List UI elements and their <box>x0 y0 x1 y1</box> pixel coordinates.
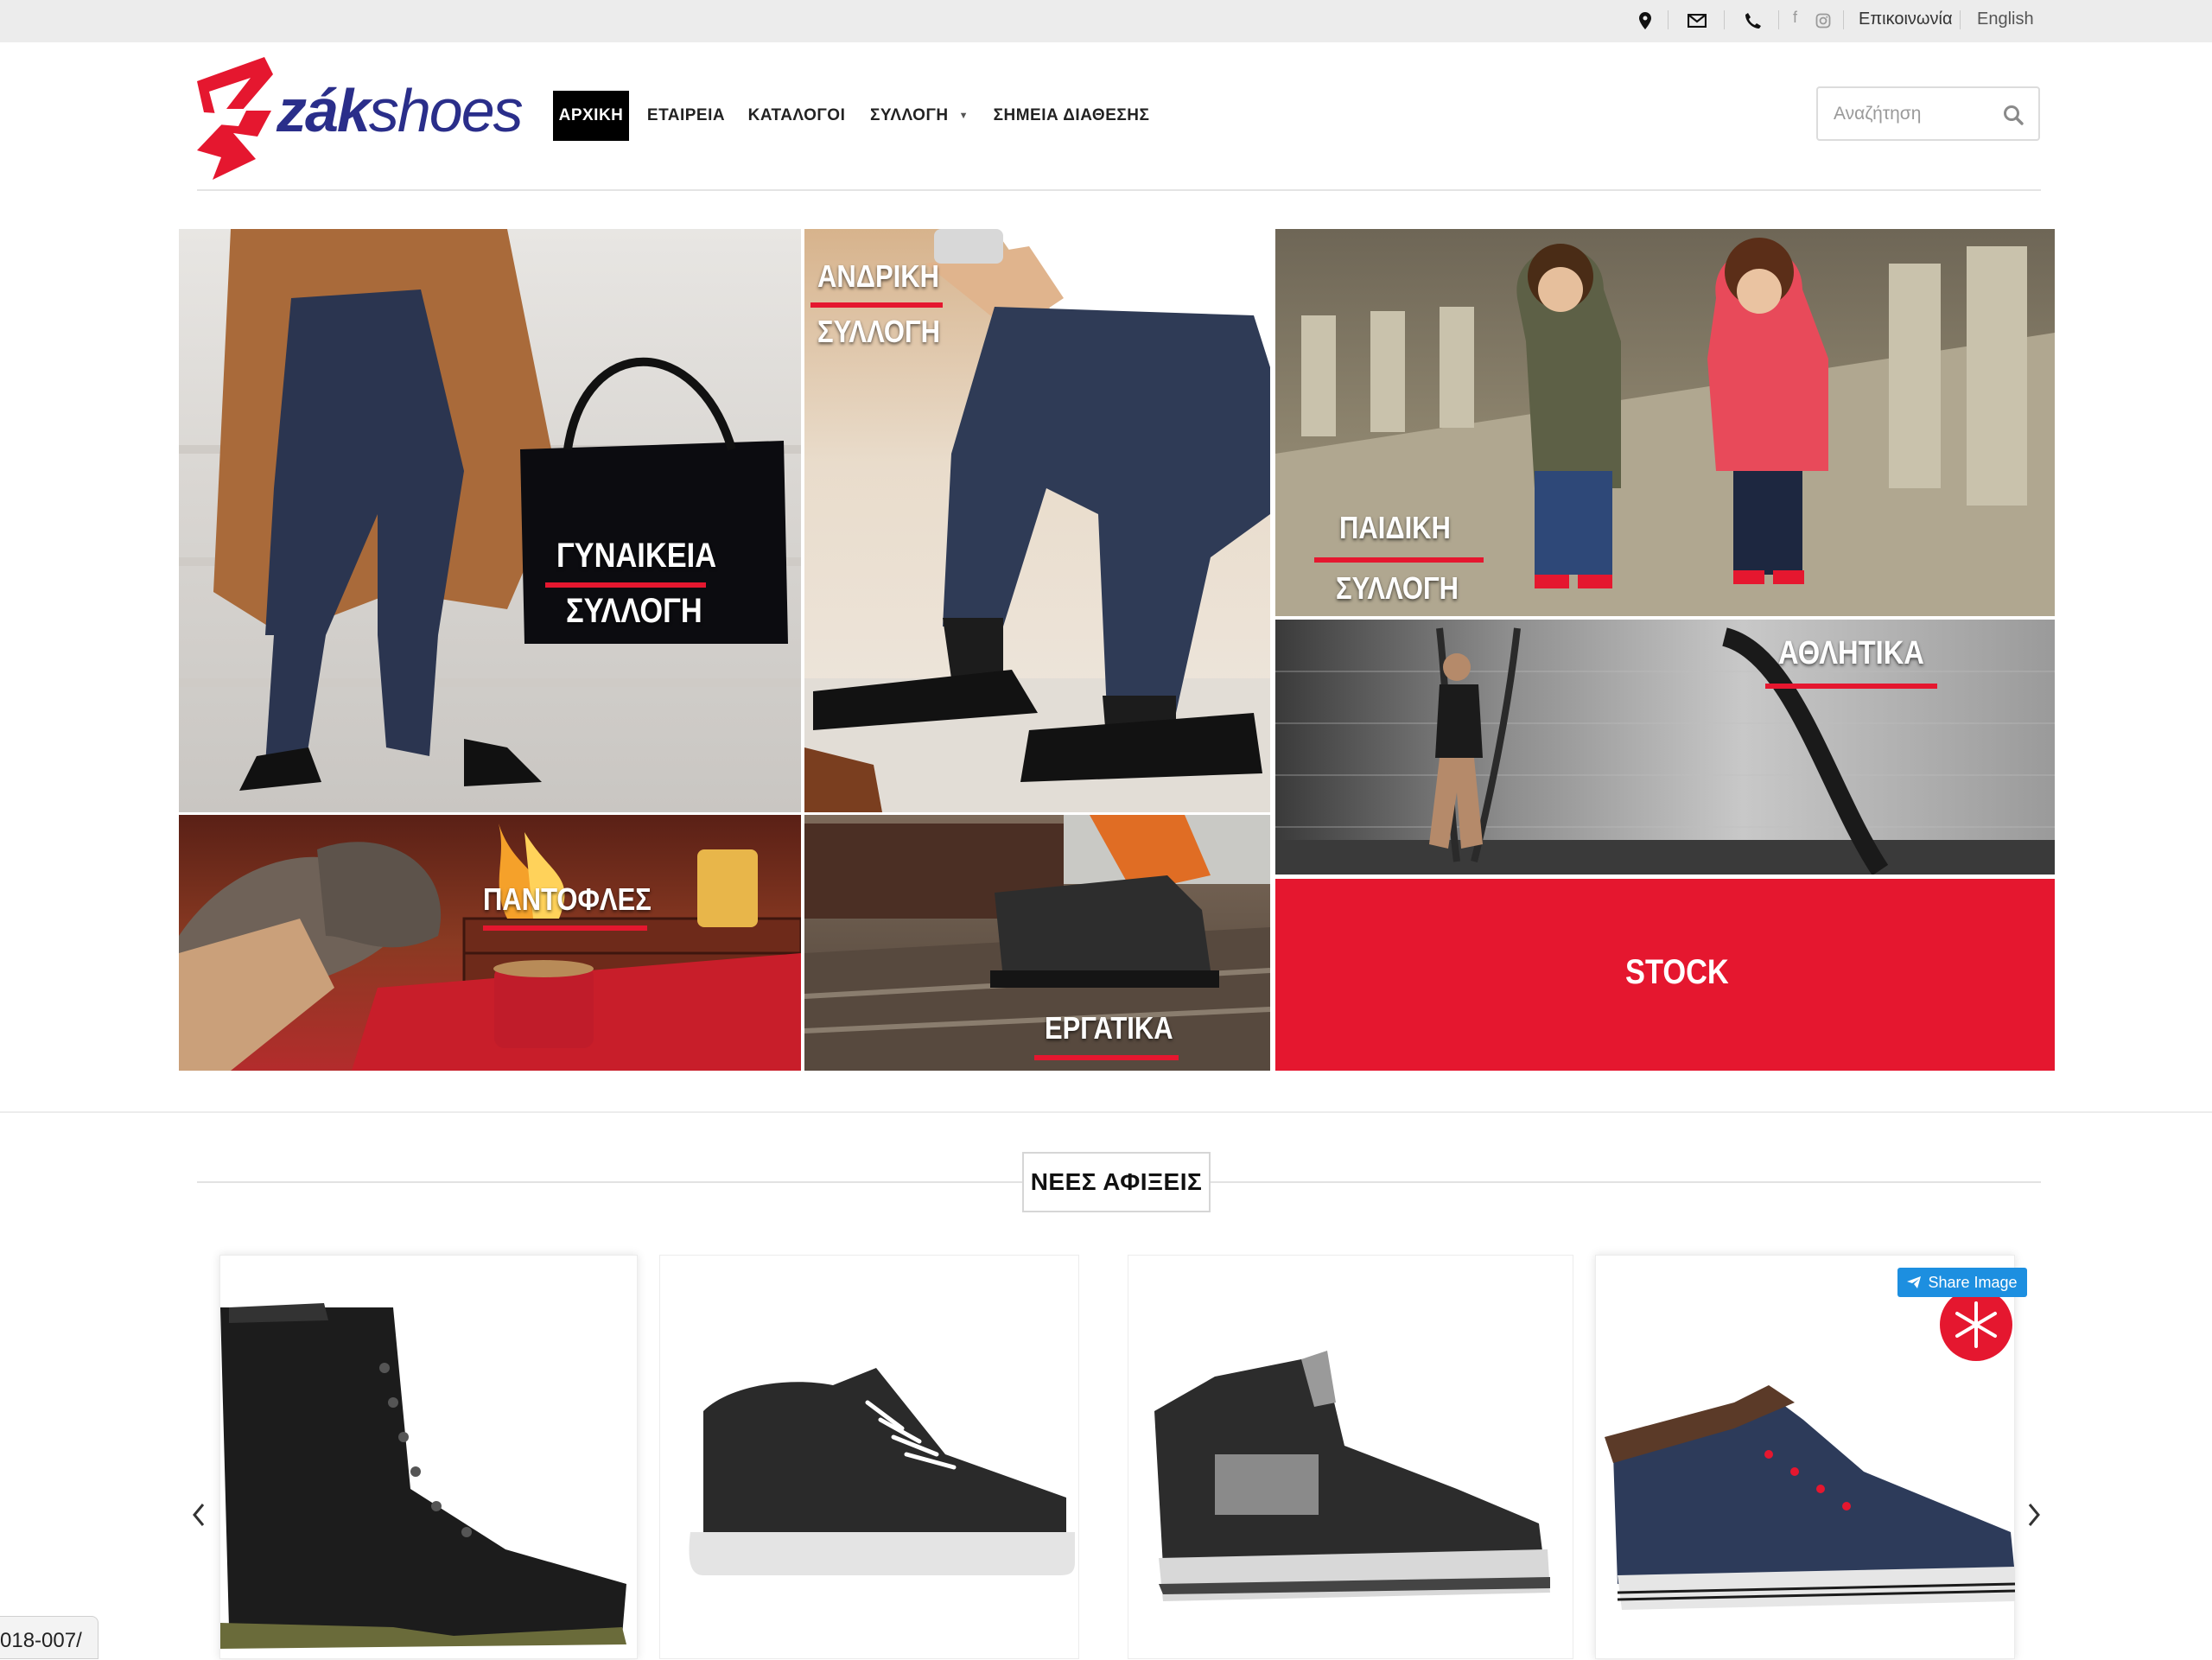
header-divider <box>197 189 2041 191</box>
nav-collection-label: ΣΥΛΛΟΓΗ <box>870 106 949 124</box>
share-image-button[interactable]: Share Image <box>1897 1268 2027 1297</box>
work-title-underline <box>1034 1055 1179 1060</box>
carousel-next-arrow[interactable] <box>2024 1498 2044 1532</box>
divider <box>1668 10 1669 29</box>
stock-title: STOCK <box>1625 953 1729 991</box>
nav-collection[interactable]: ΣΥΛΛΟΓΗ ▼ <box>861 91 978 141</box>
nav-home-label: ΑΡΧΙΚΗ <box>558 106 624 124</box>
kids-title-line1: ΠΑΙΔΙΚΗ <box>1339 510 1451 545</box>
logo-wordmark[interactable]: zákshoes <box>276 76 524 145</box>
logo-wordmark-light: shoes <box>368 77 524 144</box>
chevron-left-icon <box>193 1504 205 1526</box>
men-title-line1: ΑΝΔΡΙΚΗ <box>817 258 939 294</box>
men-title-underline <box>810 302 943 308</box>
sports-title: ΑΘΛΗΤΙΚΑ <box>1778 635 1924 671</box>
product-image-platform-sneaker <box>689 1368 1075 1575</box>
instagram-icon[interactable] <box>1813 10 1834 31</box>
divider <box>1778 10 1779 29</box>
nav-store-locations[interactable]: ΣΗΜΕΙΑ ΔΙΑΘΕΣΗΣ <box>988 91 1154 141</box>
contact-link[interactable]: Επικοινωνία <box>1859 10 1953 29</box>
nav-company[interactable]: ΕΤΑΙΡΕΙΑ <box>639 91 733 141</box>
nav-company-label: ΕΤΑΙΡΕΙΑ <box>646 106 726 124</box>
women-tile-image <box>179 229 801 791</box>
product-image-boot <box>220 1303 626 1649</box>
nav-catalogs-label: ΚΑΤΑΛΟΓΟΙ <box>747 106 846 124</box>
phone-icon[interactable] <box>1743 10 1764 31</box>
slippers-title-underline <box>483 925 647 931</box>
top-utility-bar: f Επικοινωνία English <box>0 0 2212 42</box>
chevron-right-icon <box>2028 1504 2040 1526</box>
carousel-prev-arrow[interactable] <box>188 1498 209 1532</box>
section-divider <box>0 1111 2212 1113</box>
category-tile-men[interactable]: ΑΝΔΡΙΚΗ ΣΥΛΛΟΓΗ <box>804 229 1270 812</box>
product-card-1[interactable] <box>219 1255 638 1659</box>
new-arrivals-title: ΝΕΕΣ ΑΦΙΞΕΙΣ <box>1022 1152 1211 1212</box>
envelope-icon[interactable] <box>1687 10 1707 31</box>
category-tile-sports[interactable]: ΑΘΛΗΤΙΚΑ <box>1275 620 2055 875</box>
caret-down-icon: ▼ <box>958 111 969 121</box>
product-card-2[interactable] <box>659 1255 1079 1659</box>
location-pin-icon[interactable] <box>1635 10 1656 31</box>
facebook-icon[interactable]: f <box>1793 9 1797 27</box>
slippers-title: ΠΑΝΤΟΦΛΕΣ <box>483 881 652 917</box>
women-title-line2: ΣΥΛΛΟΓΗ <box>566 592 702 630</box>
share-image-label: Share Image <box>1928 1273 2018 1291</box>
work-title: ΕΡΓΑΤΙΚΑ <box>1045 1010 1173 1046</box>
divider <box>1843 10 1844 29</box>
search-icon[interactable] <box>2002 104 2024 126</box>
kids-title-line2: ΣΥΛΛΟΓΗ <box>1336 570 1459 606</box>
category-tile-work[interactable]: ΕΡΓΑΤΙΚΑ <box>804 815 1270 1071</box>
send-icon <box>1907 1276 1922 1288</box>
sports-title-underline <box>1765 684 1937 689</box>
divider <box>1724 10 1725 29</box>
category-tile-kids[interactable]: ΠΑΙΔΙΚΗ ΣΥΛΛΟΓΗ <box>1275 229 2055 616</box>
men-title-line2: ΣΥΛΛΟΓΗ <box>817 314 940 349</box>
logo-mark-icon <box>197 57 273 180</box>
category-tile-women[interactable]: ΓΥΝΑΙΚΕΙΑ ΣΥΛΛΟΓΗ <box>179 229 801 812</box>
logo-wordmark-bold: zák <box>276 77 371 144</box>
language-switch-english[interactable]: English <box>1977 10 2034 29</box>
nav-store-locations-label: ΣΗΜΕΙΑ ΔΙΑΘΕΣΗΣ <box>993 106 1150 124</box>
search-box <box>1816 86 2040 141</box>
status-url-tooltip: 018-007/ <box>0 1616 99 1659</box>
slippers-tile-image <box>179 824 801 1071</box>
status-url-text: 018-007/ <box>0 1629 82 1652</box>
category-tile-slippers[interactable]: ΠΑΝΤΟΦΛΕΣ <box>179 815 801 1071</box>
nav-home[interactable]: ΑΡΧΙΚΗ <box>553 91 629 141</box>
category-tile-stock[interactable]: STOCK <box>1275 879 2055 1071</box>
product-image-hightop-sneaker <box>1154 1351 1550 1601</box>
women-title-underline <box>545 582 706 588</box>
kids-title-underline <box>1314 557 1484 563</box>
product-card-3[interactable] <box>1128 1255 1573 1659</box>
new-arrivals-title-text: ΝΕΕΣ ΑΦΙΞΕΙΣ <box>1030 1168 1203 1195</box>
product-image-navy-sneaker <box>1605 1288 2016 1610</box>
women-title-line1: ΓΥΝΑΙΚΕΙΑ <box>556 537 717 575</box>
work-tile-image <box>804 815 1270 1071</box>
nav-catalogs[interactable]: ΚΑΤΑΛΟΓΟΙ <box>743 91 850 141</box>
product-card-4[interactable] <box>1595 1255 2016 1659</box>
sports-tile-image <box>1275 627 2055 875</box>
divider <box>1960 10 1961 29</box>
search-input[interactable] <box>1834 102 1989 126</box>
